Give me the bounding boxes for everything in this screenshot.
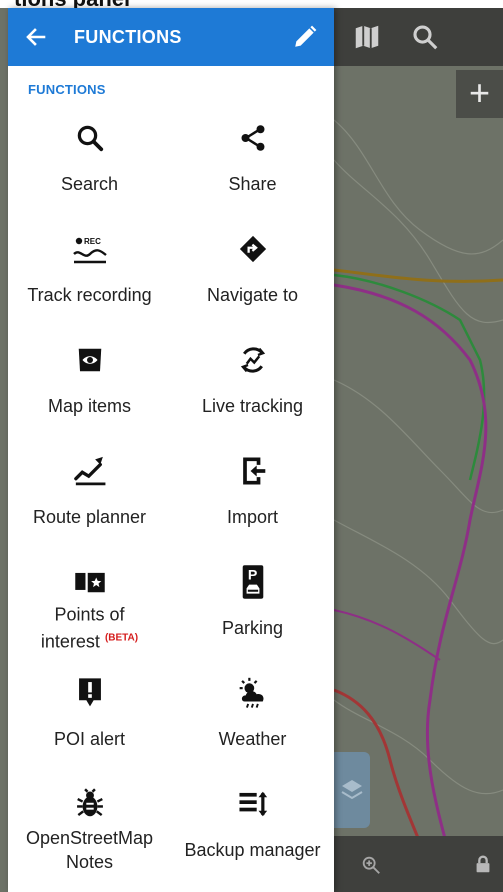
- function-points-of-interest[interactable]: Points of interest (BETA): [8, 558, 171, 669]
- map-toolbar: [334, 8, 503, 66]
- function-label: Track recording: [27, 285, 152, 305]
- function-weather[interactable]: Weather: [171, 669, 334, 780]
- function-label-line1: OpenStreetMap: [25, 828, 154, 848]
- function-label: OpenStreetMap Notes: [8, 826, 171, 874]
- function-poi-alert[interactable]: POI alert: [8, 669, 171, 780]
- edit-pencil-icon[interactable]: [292, 24, 318, 50]
- beta-badge: (BETA): [104, 632, 139, 644]
- function-label: Map items: [47, 396, 132, 416]
- function-label-line2: Notes: [65, 852, 114, 872]
- search-icon: [77, 125, 103, 152]
- backup-manager-icon: [238, 791, 267, 817]
- function-openstreetmap-notes[interactable]: OpenStreetMap Notes: [8, 780, 171, 891]
- function-label-line1: Points of: [54, 604, 125, 625]
- route-planner-icon: [73, 456, 105, 486]
- back-arrow-icon[interactable]: [24, 25, 48, 49]
- function-route-planner[interactable]: Route planner: [8, 447, 171, 558]
- function-navigate-to[interactable]: Navigate to: [171, 225, 334, 336]
- top-strip: tions panel: [0, 0, 503, 8]
- function-parking[interactable]: P Parking: [171, 558, 334, 669]
- app-bar: FUNCTIONS: [8, 8, 334, 66]
- app-bar-title: FUNCTIONS: [74, 27, 182, 47]
- svg-text:P: P: [247, 566, 256, 582]
- zoom-icon[interactable]: [360, 854, 382, 876]
- function-search[interactable]: Search: [8, 114, 171, 225]
- import-icon: [242, 457, 265, 485]
- map-search-icon[interactable]: [410, 22, 440, 52]
- functions-drawer: FUNCTIONS FUNCTIONS Search Share REC Tra…: [8, 8, 334, 892]
- parking-icon: P: [242, 565, 263, 599]
- function-label: Live tracking: [201, 396, 304, 416]
- function-label-line2: interest: [40, 631, 100, 652]
- layers-icon: [341, 780, 363, 800]
- function-map-items[interactable]: Map items: [8, 336, 171, 447]
- function-label: Weather: [218, 729, 287, 749]
- function-live-tracking[interactable]: Live tracking: [171, 336, 334, 447]
- map-items-icon: [78, 348, 101, 372]
- svg-text:REC: REC: [84, 237, 101, 246]
- function-track-recording[interactable]: REC Track recording: [8, 225, 171, 336]
- map-bottom-bar: [334, 836, 503, 892]
- function-label: Parking: [221, 618, 284, 638]
- weather-icon: [239, 677, 263, 708]
- function-backup-manager[interactable]: Backup manager: [171, 780, 334, 891]
- zoom-in-button[interactable]: +: [456, 70, 503, 118]
- function-label: Backup manager: [184, 840, 321, 860]
- function-share[interactable]: Share: [171, 114, 334, 225]
- clipped-heading: tions panel: [14, 0, 130, 8]
- track-recording-icon: REC: [72, 237, 107, 264]
- map-icon[interactable]: [352, 22, 382, 52]
- points-of-interest-icon: [74, 572, 105, 593]
- function-import[interactable]: Import: [171, 447, 334, 558]
- section-label: FUNCTIONS: [28, 82, 106, 97]
- bug-icon: [76, 788, 103, 817]
- function-label: POI alert: [53, 729, 126, 749]
- function-label: Route planner: [32, 507, 147, 527]
- function-label: Navigate to: [206, 285, 299, 305]
- poi-alert-icon: [78, 678, 101, 707]
- navigate-icon: [239, 235, 266, 263]
- function-label: Search: [60, 174, 119, 194]
- share-icon: [241, 125, 264, 151]
- lock-icon[interactable]: [472, 852, 494, 876]
- function-label: Points of interest (BETA): [8, 603, 171, 654]
- function-label: Share: [228, 174, 277, 194]
- map-layers-button[interactable]: [334, 752, 370, 828]
- live-tracking-icon: [240, 347, 265, 373]
- function-label: Import: [226, 507, 278, 527]
